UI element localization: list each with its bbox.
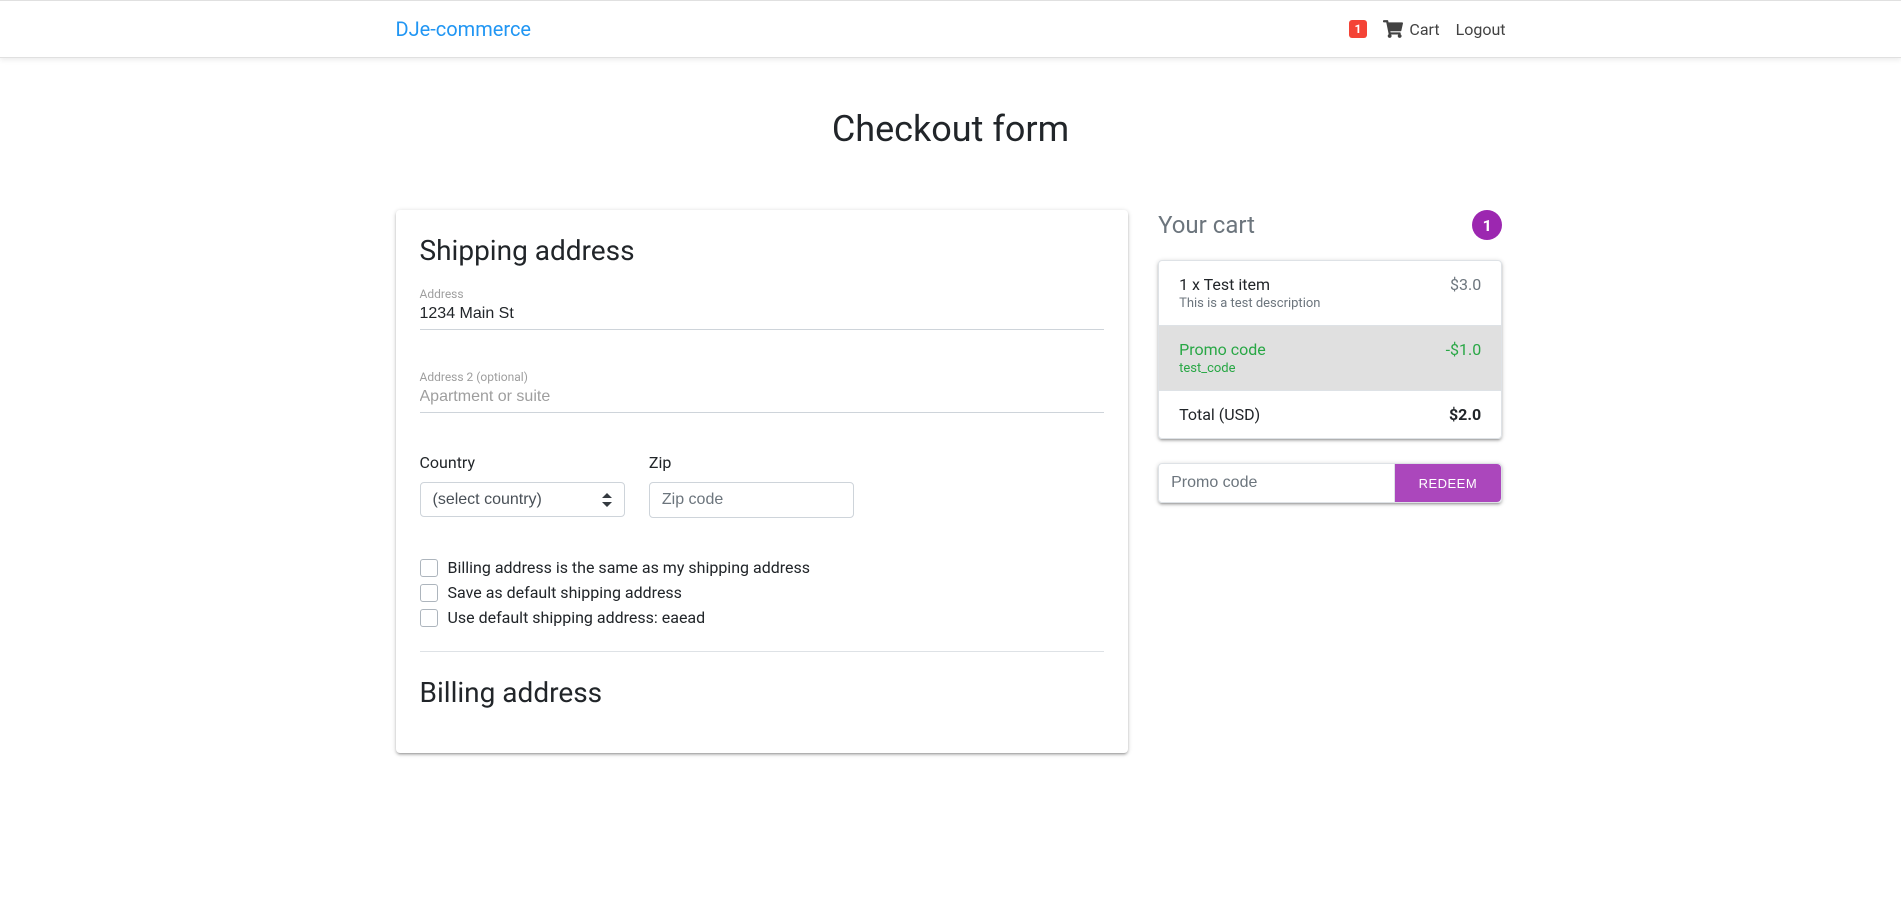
cart-promo-item: Promo code test_code -$1.0 — [1159, 326, 1501, 391]
cart-total: Total (USD) $2.0 — [1159, 391, 1501, 438]
cart-title: Your cart — [1158, 211, 1255, 239]
checkbox-use-default[interactable]: Use default shipping address: eaead — [420, 608, 1105, 627]
billing-title: Billing address — [420, 676, 1105, 709]
address2-label: Address 2 (optional) — [420, 370, 1105, 384]
zip-input[interactable] — [649, 482, 854, 518]
cart-item: 1 x Test item This is a test description… — [1159, 261, 1501, 326]
address-input[interactable] — [420, 303, 1105, 325]
checkbox-same-billing[interactable]: Billing address is the same as my shippi… — [420, 558, 1105, 577]
address-label: Address — [420, 287, 1105, 301]
cart-badge: 1 — [1349, 20, 1368, 38]
total-price: $2.0 — [1449, 405, 1481, 424]
cart-count-badge: 1 — [1472, 210, 1502, 240]
checkbox-save-default[interactable]: Save as default shipping address — [420, 583, 1105, 602]
promo-input[interactable] — [1159, 464, 1394, 502]
navbar: DJe-commerce 1 Cart Logout — [0, 0, 1901, 58]
brand-link[interactable]: DJe-commerce — [396, 17, 532, 41]
checkbox-same-billing-label: Billing address is the same as my shippi… — [448, 558, 811, 577]
logout-link[interactable]: Logout — [1456, 20, 1506, 39]
shipping-title: Shipping address — [420, 234, 1105, 267]
cart-list: 1 x Test item This is a test description… — [1158, 260, 1502, 439]
promo-code-value: test_code — [1179, 361, 1266, 376]
zip-label: Zip — [649, 453, 854, 472]
cart-item-name: 1 x Test item — [1179, 275, 1320, 294]
redeem-button[interactable]: REDEEM — [1395, 464, 1502, 502]
page-title: Checkout form — [396, 108, 1506, 150]
checkbox-save-default-label: Save as default shipping address — [448, 583, 682, 602]
checkbox-use-default-input[interactable] — [420, 609, 438, 627]
country-label: Country — [420, 453, 625, 472]
checkout-form-card: Shipping address Address Address 2 (opti… — [396, 210, 1129, 753]
cart-label: Cart — [1409, 20, 1439, 39]
address2-input[interactable] — [420, 386, 1105, 408]
cart-item-price: $3.0 — [1450, 275, 1481, 294]
cart-item-desc: This is a test description — [1179, 296, 1320, 311]
divider — [420, 651, 1105, 652]
checkbox-use-default-label: Use default shipping address: eaead — [448, 608, 706, 627]
cart-icon — [1383, 20, 1403, 38]
total-label: Total (USD) — [1179, 405, 1260, 424]
promo-form: REDEEM — [1158, 463, 1502, 503]
checkbox-save-default-input[interactable] — [420, 584, 438, 602]
promo-label: Promo code — [1179, 340, 1266, 359]
cart-link[interactable]: Cart — [1383, 20, 1439, 39]
country-select[interactable]: (select country) — [420, 482, 625, 517]
promo-discount: -$1.0 — [1446, 340, 1482, 359]
checkbox-same-billing-input[interactable] — [420, 559, 438, 577]
